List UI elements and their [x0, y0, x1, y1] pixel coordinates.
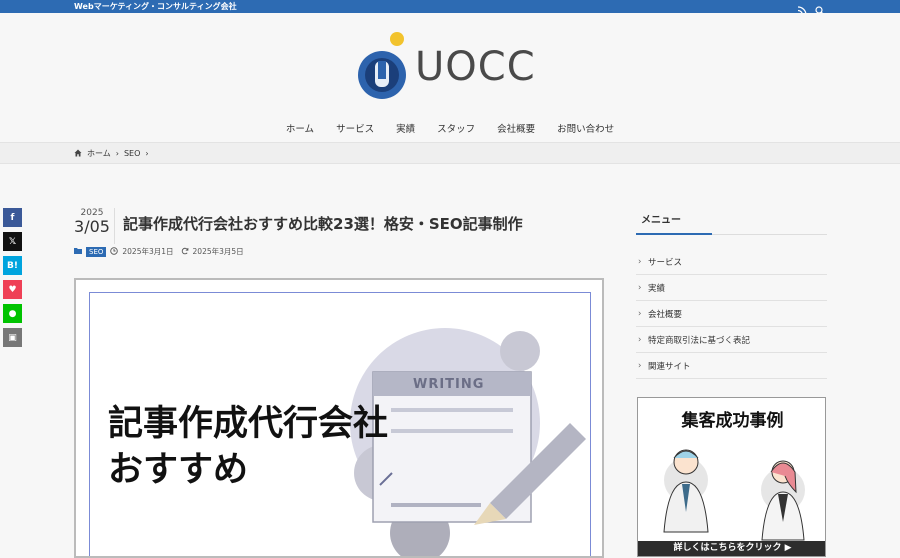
nav-item-service[interactable]: サービス [336, 121, 374, 135]
sidebar-item-service[interactable]: › サービス [636, 249, 827, 275]
case-study-banner[interactable]: 集客成功事例 詳しくはこちらをクリック ▶ [637, 397, 826, 557]
chevron-right-icon: › [115, 149, 119, 158]
sidebar-item-label: 関連サイト [648, 361, 691, 372]
hero-writing-label: WRITING [413, 377, 485, 392]
rss-icon[interactable] [797, 1, 807, 16]
date-divider [114, 208, 115, 244]
sidebar-menu: › サービス › 実績 › 会社概要 › 特定商取引法に基づく表記 › 関連サイト [636, 249, 827, 379]
article-title: 記事作成代行会社おすすめ比較23選！格安・SEO記事制作 [123, 215, 523, 233]
sidebar-item-legal[interactable]: › 特定商取引法に基づく表記 [636, 327, 827, 353]
sidebar-item-label: サービス [648, 257, 683, 268]
post-month-day: 3/05 [74, 217, 110, 236]
search-icon[interactable] [815, 1, 825, 16]
site-header: UOCC ホーム サービス 実績 スタッフ 会社概要 お問い合わせ [0, 13, 900, 142]
sidebar: メニュー › サービス › 実績 › 会社概要 › 特定商取引法に基づく表記 › 関連サイ… [636, 200, 827, 557]
site-tagline: Webマーケティング・コンサルティング会社 [74, 2, 237, 11]
site-logo[interactable]: UOCC [353, 30, 547, 106]
featured-image-frame: WRITING 記事作成代行会社 おすすめ [89, 292, 591, 556]
chevron-right-icon: › [145, 149, 149, 158]
copy-link-icon[interactable]: ▣ [3, 328, 22, 347]
hero-headline: 記事作成代行会社 おすすめ [108, 401, 388, 493]
hero-line-1: 記事作成代行会社 [108, 404, 389, 444]
chevron-right-icon: › [638, 360, 642, 371]
x-share-icon[interactable]: 𝕏 [3, 232, 22, 251]
breadcrumb-home[interactable]: ホーム [87, 148, 111, 159]
clock-icon [110, 246, 119, 257]
facebook-share-icon[interactable]: f [3, 208, 22, 227]
banner-title: 集客成功事例 [681, 411, 784, 431]
banner-illustration [663, 449, 805, 541]
sidebar-item-company[interactable]: › 会社概要 [636, 301, 827, 327]
pocket-share-icon[interactable]: ♥ [3, 280, 22, 299]
category-badge[interactable]: SEO [86, 246, 107, 257]
breadcrumb-category[interactable]: SEO [124, 149, 140, 158]
chevron-right-icon: › [638, 282, 642, 293]
updated-date: 2025年3月5日 [192, 247, 244, 256]
top-bar: Webマーケティング・コンサルティング会社 [0, 0, 900, 16]
sidebar-item-works[interactable]: › 実績 [636, 275, 827, 301]
chevron-right-icon: › [638, 334, 642, 345]
published-date: 2025年3月1日 [122, 247, 174, 256]
hatena-share-icon[interactable]: B! [3, 256, 22, 275]
line-share-icon[interactable]: ● [3, 304, 22, 323]
nav-item-staff[interactable]: スタッフ [437, 121, 475, 135]
sidebar-item-related[interactable]: › 関連サイト [636, 353, 827, 379]
nav-item-home[interactable]: ホーム [286, 121, 314, 135]
banner-cta-button[interactable]: 詳しくはこちらをクリック ▶ [638, 541, 825, 556]
breadcrumb: ホーム › SEO › [74, 148, 149, 159]
article-meta: SEO 2025年3月1日 2025年3月5日 [74, 246, 244, 257]
sidebar-item-label: 特定商取引法に基づく表記 [648, 335, 751, 346]
hero-line-2: おすすめ [108, 450, 249, 490]
sidebar-item-label: 実績 [648, 283, 666, 294]
chevron-right-icon: › [638, 308, 642, 319]
global-nav: ホーム サービス 実績 スタッフ 会社概要 お問い合わせ [0, 121, 900, 135]
logo-text: UOCC [415, 44, 536, 90]
featured-image: WRITING 記事作成代行会社 おすすめ [74, 278, 604, 558]
sidebar-item-label: 会社概要 [648, 309, 683, 320]
chevron-right-icon: › [638, 256, 642, 267]
home-icon [74, 149, 82, 159]
nav-item-contact[interactable]: お問い合わせ [557, 121, 614, 135]
refresh-icon [181, 247, 189, 257]
nav-item-company[interactable]: 会社概要 [497, 121, 535, 135]
post-date: 2025 3/05 [74, 208, 110, 236]
share-buttons: f 𝕏 B! ♥ ● ▣ [3, 208, 22, 352]
sidebar-menu-title: メニュー [636, 200, 827, 235]
folder-icon [74, 247, 82, 256]
nav-item-works[interactable]: 実績 [396, 121, 415, 135]
breadcrumb-bar: ホーム › SEO › [0, 142, 900, 164]
